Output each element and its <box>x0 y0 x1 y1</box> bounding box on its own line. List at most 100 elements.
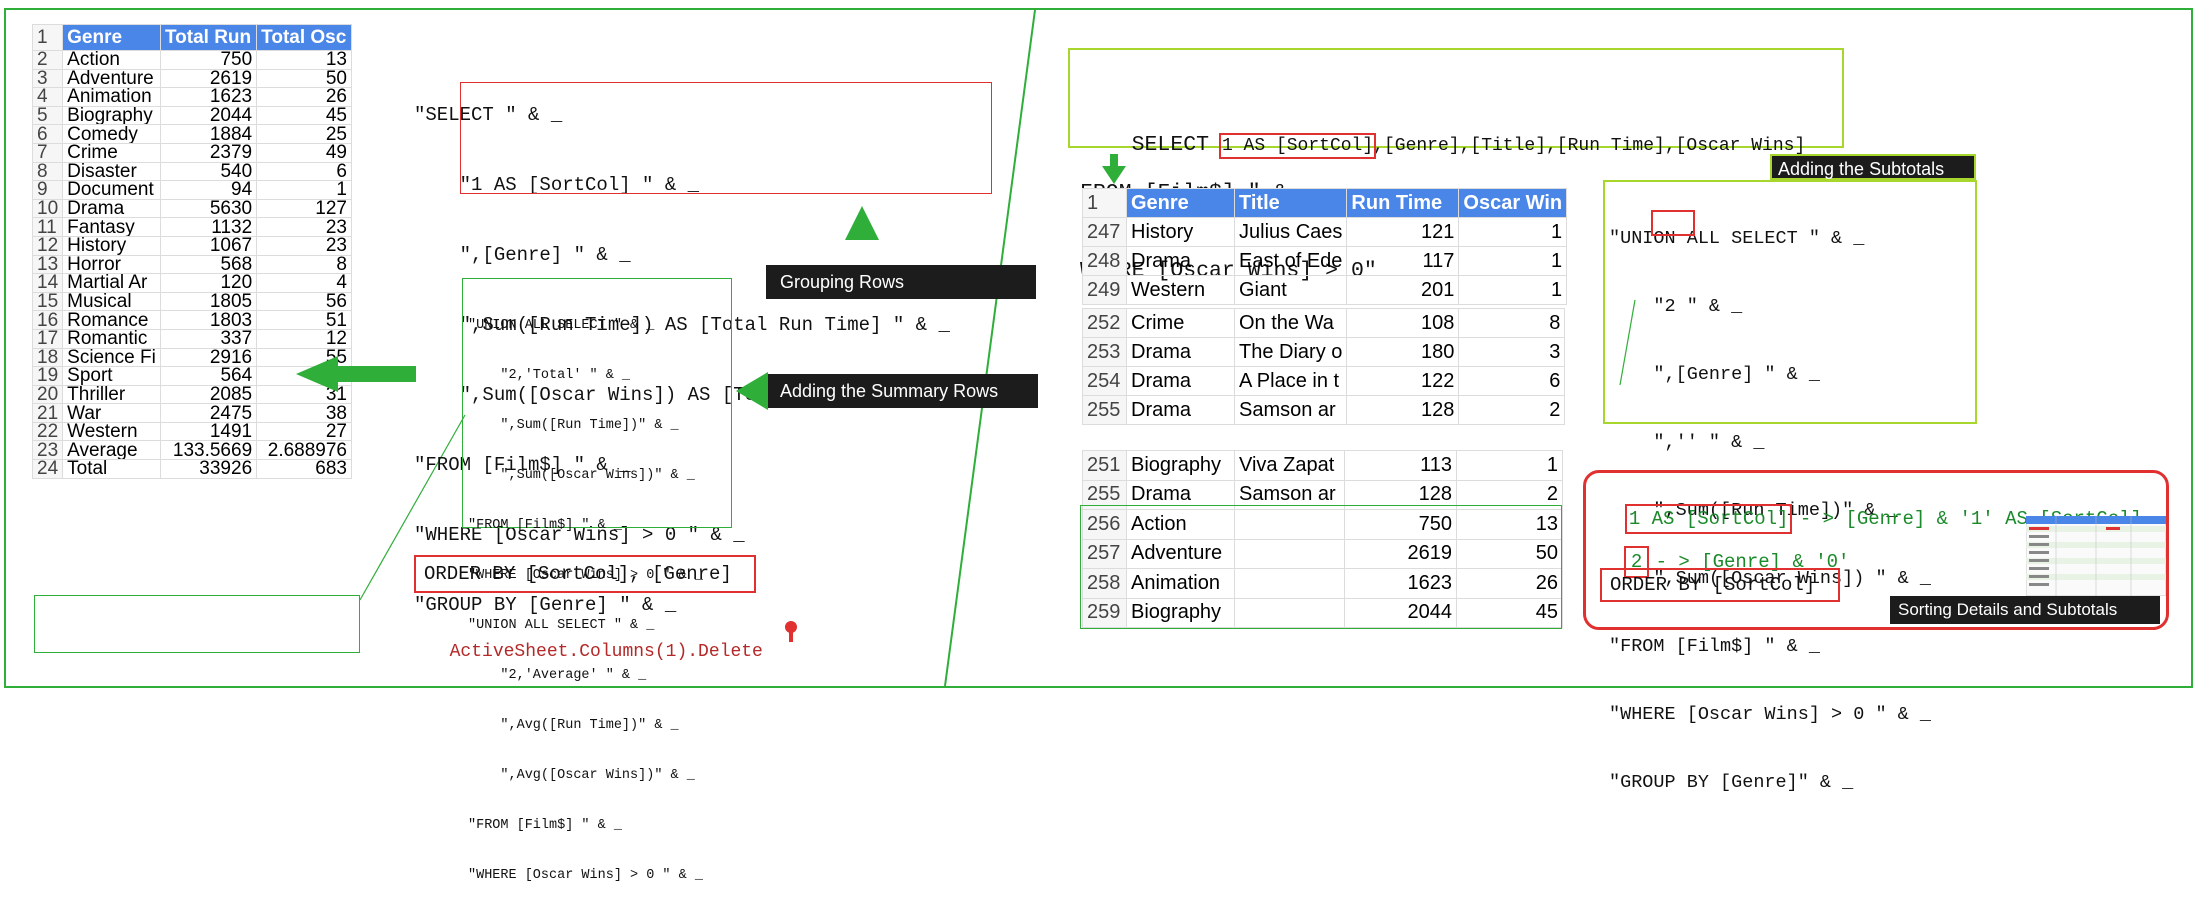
row-number: 249 <box>1082 275 1127 305</box>
row-number: 9 <box>31 180 64 200</box>
sortcol-expression: 1 AS [SortCol] <box>1218 133 1377 159</box>
table-row: 22 Western 1491 27 <box>31 421 352 442</box>
table-row: 13 Horror 568 8 <box>31 254 352 275</box>
table-cell: 50 <box>256 68 352 89</box>
table-cell: 2 <box>1458 395 1566 425</box>
table-cell: 4 <box>256 273 352 293</box>
row-number: 23 <box>31 440 64 461</box>
row-number: 6 <box>31 124 64 144</box>
callout-grouping-rows: Grouping Rows <box>766 265 1036 299</box>
table-cell: 23 <box>256 217 352 237</box>
column-header: Total Osc <box>256 24 352 51</box>
table-cell: The Diary o <box>1233 337 1348 367</box>
callout-sorting: Sorting Details and Subtotals <box>1890 596 2160 624</box>
table-cell: 2475 <box>159 403 258 423</box>
table-cell: Drama <box>1126 246 1235 276</box>
table-cell: Crime <box>62 142 161 163</box>
row-number: 5 <box>31 105 64 126</box>
row-number: 10 <box>31 198 64 219</box>
table-row: 12 History 1067 23 <box>31 235 352 256</box>
table-cell: 133.5669 <box>159 440 258 461</box>
row-number: 253 <box>1082 337 1127 367</box>
table-cell: Adventure <box>62 68 161 89</box>
grouping-highlight-box <box>460 82 992 194</box>
table-cell: Animation <box>62 87 161 107</box>
table-row: 14 Martial Ar 120 4 <box>31 273 352 293</box>
row-number: 3 <box>31 68 64 89</box>
arrow-left-icon <box>296 356 416 392</box>
table-row: 7 Crime 2379 49 <box>31 142 352 163</box>
delete-column-code: ActiveSheet.Columns(1).Delete <box>428 622 763 662</box>
table-cell: Fantasy <box>62 217 161 237</box>
table-row: 5 Biography 2044 45 <box>31 105 352 126</box>
code-line: "2 " & _ <box>1609 296 1743 317</box>
row-number: 13 <box>31 254 64 275</box>
table-cell: 5630 <box>159 198 258 219</box>
arrow-down-icon <box>1102 154 1126 184</box>
table-cell: War <box>62 403 161 423</box>
table-cell: 568 <box>159 254 258 275</box>
table-cell: 1803 <box>159 310 258 330</box>
code-line: "WHERE [Oscar Wins] > 0 " & _ <box>468 868 703 883</box>
callout-text: Adding the Subtotals <box>1778 159 1945 179</box>
table-cell: Martial Ar <box>62 273 161 293</box>
code-line: "FROM [Film$] " & _ <box>1609 636 1820 657</box>
row-number: 20 <box>31 384 64 405</box>
row-number: 1 <box>1082 188 1127 218</box>
table-cell: Drama <box>1126 395 1235 425</box>
code-line: ",[Genre] " & _ <box>1609 364 1820 385</box>
table-cell: Biography <box>62 105 161 126</box>
code-line: "FROM [Film$] " & _ <box>468 518 622 533</box>
table-cell: 683 <box>256 459 352 479</box>
table-cell: 127 <box>256 198 352 219</box>
table-cell: Comedy <box>62 124 161 144</box>
callout-adding-subtotals: Adding the Subtotals <box>1770 154 1976 180</box>
table-cell: 1 <box>1458 246 1568 276</box>
table-cell: 120 <box>159 273 258 293</box>
table-cell: Horror <box>62 254 161 275</box>
table-cell: 2379 <box>159 142 258 163</box>
table-cell: Western <box>62 421 161 442</box>
table-cell: 1884 <box>159 124 258 144</box>
select-keyword: SELECT <box>1131 133 1222 157</box>
table-cell: 94 <box>159 180 258 200</box>
subtotal-rows-highlight <box>1080 505 1562 629</box>
callout-text: Adding the Summary Rows <box>780 381 999 401</box>
row-number: 14 <box>31 273 64 293</box>
table-cell: Sport <box>62 366 161 386</box>
right-sheet-table: 252 Crime On the Wa 108 8 253 Drama The Diary o… <box>1082 308 1566 425</box>
row-number: 254 <box>1082 366 1127 396</box>
table-row: 21 War 2475 38 <box>31 403 352 423</box>
table-cell: Drama <box>62 198 161 219</box>
table-cell: Biography <box>1126 450 1235 481</box>
table-cell: 38 <box>256 403 352 423</box>
table-cell: 49 <box>256 142 352 163</box>
table-cell: 1 <box>1458 275 1568 305</box>
table-cell: Giant <box>1233 275 1348 305</box>
table-cell: 121 <box>1346 217 1460 247</box>
code-line: "2,'Total' " & _ <box>468 368 631 383</box>
thumbnail-sheet-image <box>2026 516 2166 596</box>
code-line: "FROM [Film$] " & _ <box>468 818 622 833</box>
table-row: 17 Romantic 337 12 <box>31 328 352 349</box>
table-row: 16 Romance 1803 51 <box>31 310 352 330</box>
code-line: ",Sum([Oscar Wins])" & _ <box>468 468 695 483</box>
table-cell: 33926 <box>159 459 258 479</box>
pin-icon <box>785 621 797 642</box>
table-cell: 45 <box>256 105 352 126</box>
table-cell: 27 <box>256 421 352 442</box>
table-cell: Action <box>62 50 161 70</box>
summary-sql-code: "UNION ALL SELECT " & _ "2,'Total' " & _… <box>468 286 703 901</box>
table-cell: 108 <box>1346 308 1460 338</box>
callout-summary-rows: Adding the Summary Rows <box>768 374 1038 408</box>
delete-code-text: ActiveSheet.Columns(1).Delete <box>449 642 763 662</box>
table-cell: 180 <box>1346 337 1460 367</box>
table-cell: Crime <box>1126 308 1235 338</box>
table-cell: Drama <box>1126 366 1235 396</box>
table-cell: 1132 <box>159 217 258 237</box>
select-columns: ,[Genre],[Title],[Run Time],[Oscar Wins] <box>1373 136 1806 156</box>
row-number: 255 <box>1082 395 1127 425</box>
table-cell: 1067 <box>159 235 258 256</box>
table-cell: 1 <box>1458 217 1568 247</box>
table-cell: 1 <box>1456 450 1563 481</box>
